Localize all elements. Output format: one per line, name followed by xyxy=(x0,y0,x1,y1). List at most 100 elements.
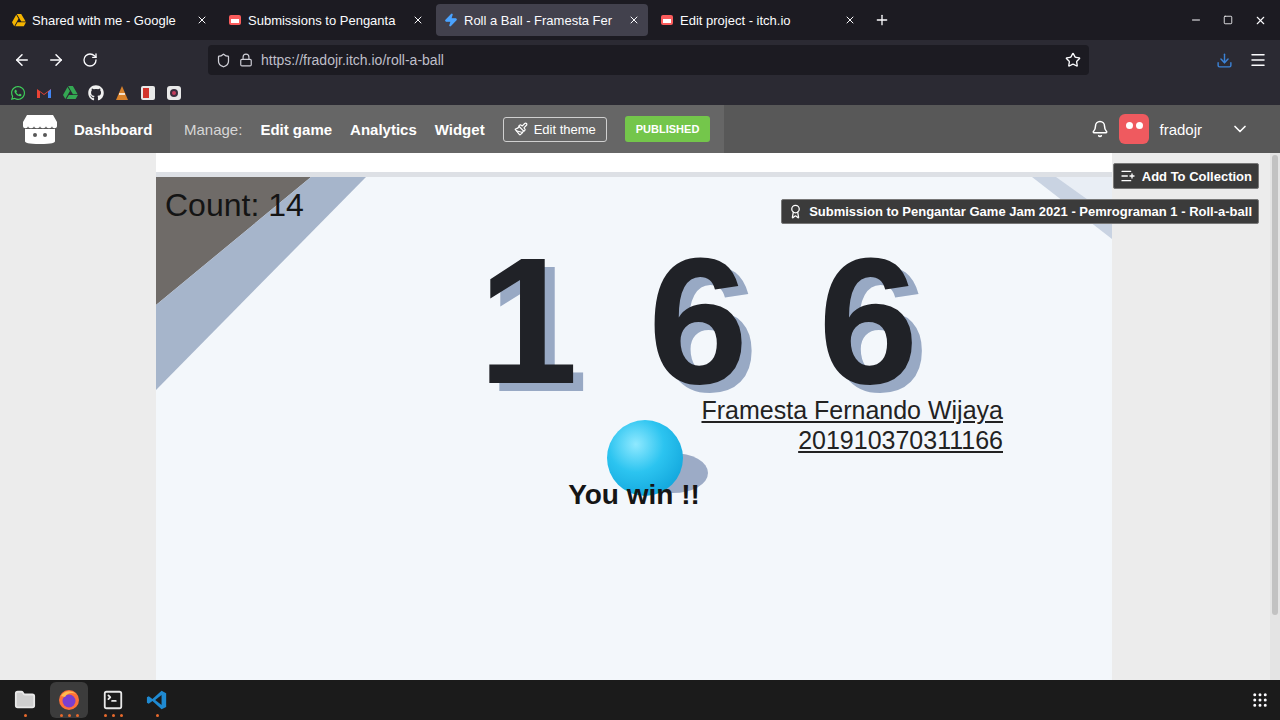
minimize-button[interactable] xyxy=(1182,6,1210,34)
star-icon[interactable] xyxy=(1065,52,1081,68)
back-icon xyxy=(13,51,31,69)
itch-icon xyxy=(228,13,242,27)
window-dot xyxy=(24,714,27,717)
author-name: Framesta Fernando Wijaya xyxy=(701,395,1003,425)
bookmark[interactable] xyxy=(10,85,26,101)
taskbar-app[interactable] xyxy=(6,682,44,718)
bookmark[interactable] xyxy=(62,85,78,101)
close-icon[interactable] xyxy=(628,14,640,26)
github-icon xyxy=(88,85,104,101)
unity-icon xyxy=(444,13,458,27)
bookmark-red-icon xyxy=(140,85,156,101)
browser-tab[interactable]: Roll a Ball - Framesta Fer xyxy=(436,4,648,36)
files-icon xyxy=(14,689,36,711)
close-icon[interactable] xyxy=(844,14,856,26)
app-grid-button[interactable] xyxy=(1246,686,1274,714)
count-text: Count: 14 xyxy=(165,187,304,224)
browser-tab[interactable]: Shared with me - Google xyxy=(4,4,216,36)
close-icon xyxy=(1254,14,1267,27)
reload-button[interactable] xyxy=(76,46,104,74)
back-button[interactable] xyxy=(8,46,36,74)
list-plus-icon xyxy=(1120,168,1136,184)
tab-bar: Shared with me - Google Submissions to Pe… xyxy=(0,0,1280,40)
author-credit: Framesta Fernando Wijaya201910370311166 xyxy=(701,395,1003,455)
username[interactable]: fradojr xyxy=(1159,121,1202,138)
bookmark[interactable] xyxy=(114,85,130,101)
manage-link[interactable]: Edit game xyxy=(260,121,332,138)
overlay-buttons: Add To Collection Submission to Pengantar… xyxy=(781,163,1259,224)
user-area: fradojr xyxy=(1091,114,1280,144)
add-to-collection-button[interactable]: Add To Collection xyxy=(1113,163,1259,189)
tab-label: Edit project - itch.io xyxy=(680,13,838,28)
terminal-icon xyxy=(102,689,124,711)
manage-panel: Manage:Edit gameAnalyticsWidgetEdit them… xyxy=(170,105,724,153)
whatsapp-icon xyxy=(10,85,26,101)
tab-label: Shared with me - Google xyxy=(32,13,190,28)
lock-icon xyxy=(239,53,253,67)
bookmarks-bar xyxy=(0,80,1280,105)
tab-label: Roll a Ball - Framesta Fer xyxy=(464,13,622,28)
manage-link[interactable]: Widget xyxy=(435,121,485,138)
scroll-thumb[interactable] xyxy=(1272,155,1278,615)
shield-icon xyxy=(216,53,231,68)
firefox-icon xyxy=(57,688,81,712)
menu-button[interactable] xyxy=(1244,46,1272,74)
taskbar-app[interactable] xyxy=(94,682,132,718)
bookmark[interactable] xyxy=(140,85,156,101)
nav-bar: https://fradojr.itch.io/roll-a-ball xyxy=(0,40,1280,80)
browser-tab[interactable]: Submissions to Penganta xyxy=(220,4,432,36)
window-dot xyxy=(112,714,115,717)
new-tab-button[interactable] xyxy=(868,6,896,34)
avatar[interactable] xyxy=(1119,114,1149,144)
page: Count: 14 166Framesta Fernando Wijaya2019… xyxy=(0,153,1280,680)
grid-icon xyxy=(1251,691,1269,709)
downloads-button[interactable] xyxy=(1210,46,1238,74)
camera-icon xyxy=(166,85,182,101)
submission-badge[interactable]: Submission to Pengantar Game Jam 2021 - … xyxy=(781,199,1259,224)
scrollbar[interactable] xyxy=(1270,153,1280,680)
window-dot xyxy=(156,714,159,717)
close-icon[interactable] xyxy=(196,14,208,26)
page-gutter xyxy=(0,153,156,680)
chevron-down-icon[interactable] xyxy=(1230,119,1250,139)
brand: Dashboard xyxy=(0,105,170,153)
bookmark[interactable] xyxy=(88,85,104,101)
taskbar xyxy=(0,680,1280,720)
taskbar-app[interactable] xyxy=(50,682,88,718)
taskbar-app[interactable] xyxy=(138,682,176,718)
window-dot xyxy=(104,714,107,717)
drive-icon xyxy=(63,85,78,100)
window-dot xyxy=(68,714,71,717)
forward-button[interactable] xyxy=(42,46,70,74)
bookmark[interactable] xyxy=(166,85,182,101)
cone-icon xyxy=(114,85,130,101)
dashboard-link[interactable]: Dashboard xyxy=(74,121,152,138)
award-icon xyxy=(788,204,803,219)
close-window-button[interactable] xyxy=(1246,6,1274,34)
vscode-icon xyxy=(146,689,168,711)
url-field[interactable]: https://fradojr.itch.io/roll-a-ball xyxy=(208,45,1089,75)
win-message: You win !! xyxy=(156,479,1112,511)
restore-button[interactable] xyxy=(1214,6,1242,34)
browser-tab[interactable]: Edit project - itch.io xyxy=(652,4,864,36)
download-icon xyxy=(1216,52,1233,69)
bookmark[interactable] xyxy=(36,85,52,101)
page-gutter xyxy=(1112,153,1270,680)
url-text: https://fradojr.itch.io/roll-a-ball xyxy=(261,52,1057,68)
itch-icon xyxy=(660,13,674,27)
edit-theme-button[interactable]: Edit theme xyxy=(503,117,607,142)
drive-icon xyxy=(12,13,26,27)
bell-icon[interactable] xyxy=(1091,120,1109,138)
close-icon[interactable] xyxy=(412,14,424,26)
reload-icon xyxy=(82,52,98,68)
minimize-icon xyxy=(1190,14,1202,26)
itch-logo-icon[interactable] xyxy=(22,113,58,145)
number-blocks: 166 xyxy=(478,231,988,411)
window-dot xyxy=(60,714,63,717)
game-canvas[interactable]: Count: 14 166Framesta Fernando Wijaya2019… xyxy=(156,177,1112,680)
menu-icon xyxy=(1249,51,1267,69)
window-dot xyxy=(120,714,123,717)
itch-header: DashboardManage:Edit gameAnalyticsWidget… xyxy=(0,105,1280,153)
student-id: 201910370311166 xyxy=(701,425,1003,455)
manage-link[interactable]: Analytics xyxy=(350,121,417,138)
